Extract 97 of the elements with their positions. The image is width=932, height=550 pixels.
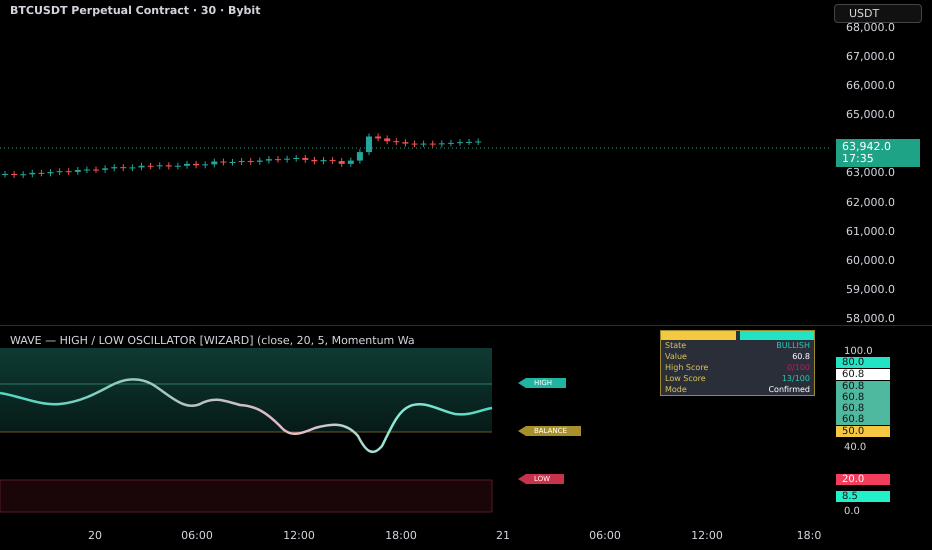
table-label: High Score: [665, 363, 708, 372]
candle: [111, 164, 118, 172]
candle: [238, 158, 245, 166]
candle: [56, 168, 63, 176]
candle: [366, 133, 372, 156]
table-value: BULLISH: [776, 341, 810, 350]
candle: [66, 168, 72, 176]
candle: [148, 162, 154, 170]
candle: [275, 156, 281, 164]
axis-value-badge: 60.8: [836, 414, 890, 425]
table-label: Mode: [665, 385, 687, 394]
table-label: Low Score: [665, 374, 706, 383]
table-label: State: [665, 341, 686, 350]
candle: [330, 156, 336, 165]
candle: [248, 158, 254, 166]
candle: [29, 169, 36, 178]
axis-value-badge: 8.5: [836, 491, 890, 502]
candle: [356, 148, 363, 164]
table-value: 0/100: [786, 363, 810, 372]
time-label: 20: [87, 528, 103, 542]
candle: [430, 140, 436, 148]
table-value: Confirmed: [768, 385, 810, 394]
candle: [302, 154, 308, 164]
candle: [102, 164, 108, 174]
candle: [393, 138, 400, 146]
axis-value-badge: 60.8: [836, 392, 890, 403]
axis-value-badge: 60.8: [836, 403, 890, 414]
candle: [20, 170, 26, 178]
candle: [266, 156, 272, 164]
candle: [320, 156, 326, 165]
candle: [193, 160, 200, 169]
time-label: 18:0: [796, 528, 822, 542]
price-label: 58,000.0: [846, 312, 895, 325]
table-label: Value: [665, 352, 687, 361]
price-label: 61,000.0: [846, 224, 895, 238]
candle: [284, 155, 290, 164]
time-label: 06:00: [588, 528, 622, 542]
price-label: 63,000.0: [846, 166, 895, 180]
price-label: 67,000.0: [846, 50, 895, 64]
candle: [230, 158, 236, 166]
candle: [2, 170, 8, 178]
candle: [48, 168, 54, 177]
time-label: 21: [495, 528, 511, 542]
candle: [293, 154, 300, 162]
candle: [220, 158, 226, 166]
candle: [38, 169, 44, 177]
candle: [74, 166, 81, 176]
candle: [475, 138, 482, 146]
candle: [384, 134, 390, 145]
time-label: 12:00: [690, 528, 724, 542]
last-price-badge: 63,942.0 17:35: [836, 139, 920, 167]
time-label: 12:00: [282, 528, 316, 542]
table-value: 60.8: [792, 352, 810, 361]
candle: [166, 162, 172, 170]
candle: [120, 164, 126, 172]
candle: [438, 140, 445, 148]
candle: [202, 160, 208, 169]
axis-value-badge: 20.0: [836, 474, 890, 485]
price-label: 68,000.0: [846, 21, 895, 34]
candle: [448, 139, 454, 147]
candle: [138, 162, 144, 171]
axis-value-badge: 50.0: [836, 426, 890, 437]
candle: [420, 140, 427, 148]
axis-value-badge: 60.8: [836, 381, 890, 392]
candle: [11, 170, 18, 178]
table-value: 13/100: [782, 374, 810, 383]
price-label: 66,000.0: [846, 79, 895, 92]
chart-title: BTCUSDT Perpetual Contract · 30 · Bybit: [10, 4, 260, 17]
indicator-title: WAVE — HIGH / LOW OSCILLATOR [WIZARD] (close, 20, 5, Momentum Wa: [10, 334, 415, 347]
time-label: 06:00: [180, 528, 214, 542]
candle: [466, 138, 472, 146]
candle: [311, 156, 318, 165]
axis-label: 0.0: [843, 506, 861, 517]
axis-value-badge: 60.8: [836, 369, 890, 380]
axis-label: 40.0: [843, 442, 868, 453]
candle: [184, 160, 190, 170]
price-label: 59,000.0: [846, 282, 895, 296]
price-label: 62,000.0: [846, 196, 895, 209]
axis-label: 100.0: [843, 346, 874, 357]
currency-button[interactable]: USDT: [834, 4, 922, 23]
candle: [457, 138, 463, 146]
candle: [174, 162, 181, 170]
candle: [338, 158, 345, 168]
candle: [156, 162, 163, 170]
candle: [412, 140, 418, 148]
candle: [256, 157, 263, 166]
candle: [211, 158, 218, 168]
candle: [402, 138, 408, 148]
candle: [84, 166, 90, 174]
time-label: 18:00: [384, 528, 418, 542]
axis-value-badge: 80.0: [836, 357, 890, 368]
candle: [93, 166, 99, 174]
price-label: 65,000.0: [846, 108, 895, 122]
candle: [129, 164, 136, 172]
candle: [375, 133, 382, 142]
price-label: 60,000.0: [846, 254, 895, 267]
candle: [348, 157, 354, 168]
